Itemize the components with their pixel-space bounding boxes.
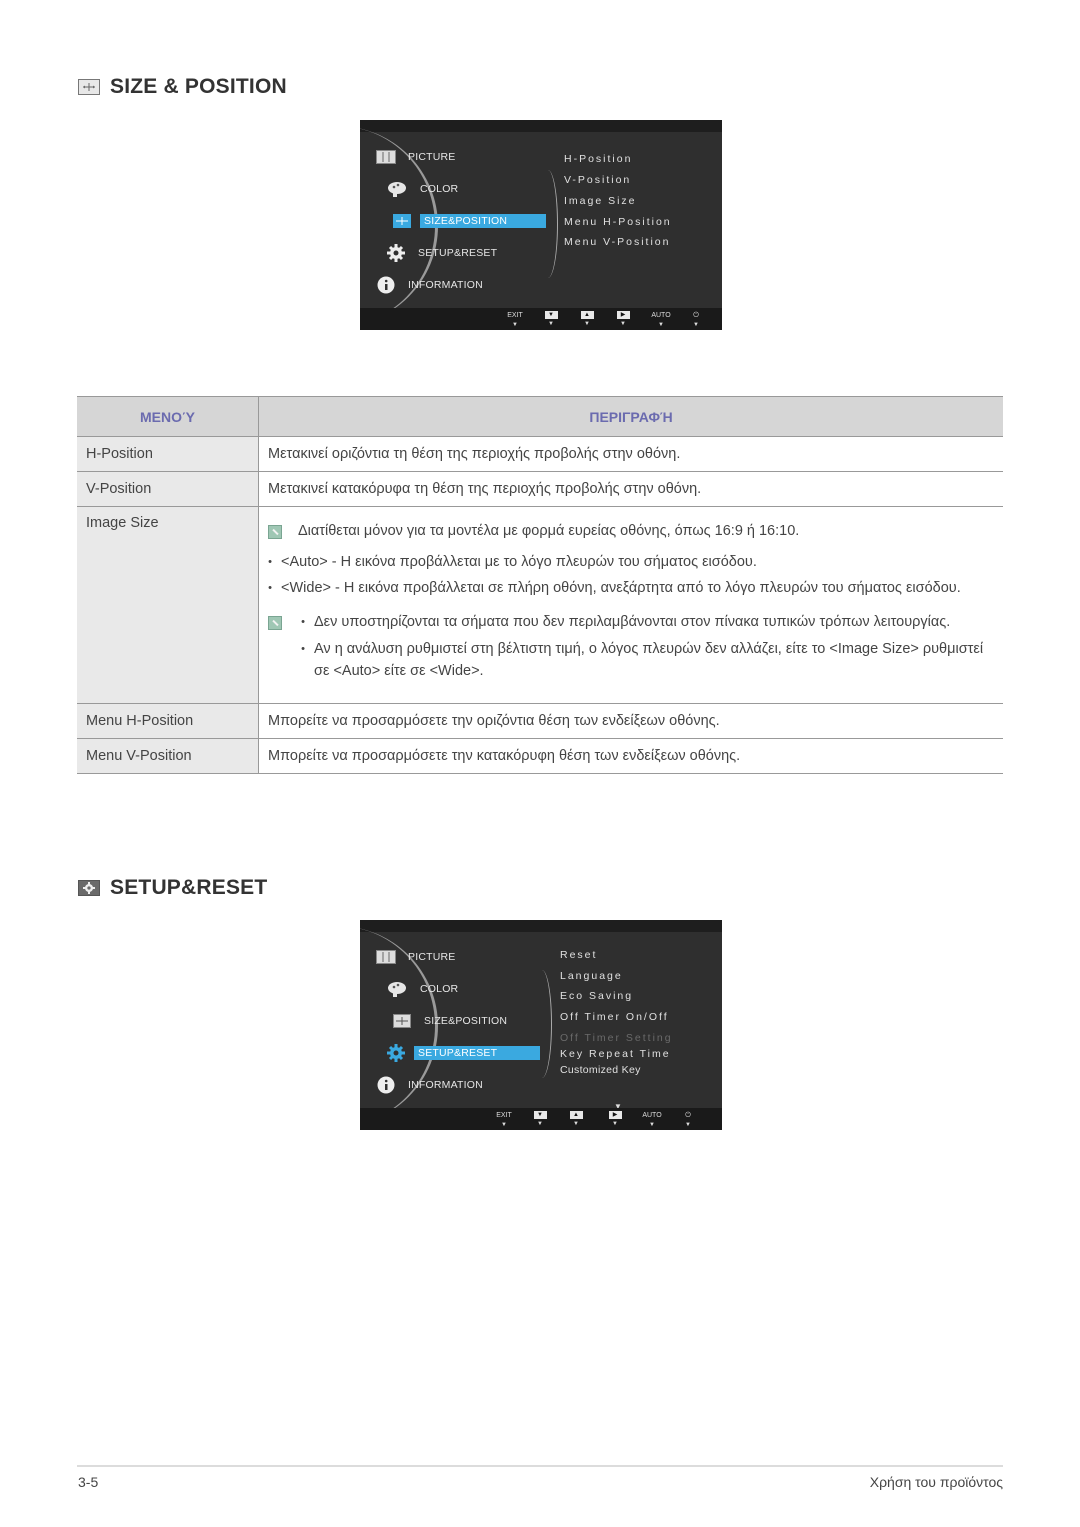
osd-auto-button: AUTO ▼: [651, 312, 671, 328]
section-heading-setup-reset: SETUP&RESET: [78, 876, 267, 900]
table-cell-description: Μετακινεί οριζόντια τη θέση της περιοχής…: [268, 446, 681, 462]
size-position-icon: [78, 79, 100, 95]
osd-menu-information: INFORMATION: [376, 1076, 487, 1094]
osd-power-button: ⏻ ▼: [685, 1112, 691, 1128]
osd-exit-button: EXIT ▼: [496, 1112, 512, 1128]
osd-top-bar: [360, 120, 722, 132]
note-icon: [268, 616, 282, 630]
table-cell-menu: Image Size: [77, 507, 259, 703]
gear-icon: [78, 880, 100, 896]
osd-menu-color: COLOR: [388, 180, 462, 198]
picture-icon: [376, 148, 396, 166]
osd-down-button: ▼ ▼: [526, 1108, 554, 1130]
osd-submenu-item: H-Position: [564, 153, 633, 165]
osd-top-bar: [360, 920, 722, 932]
osd-submenu-item: Reset: [560, 949, 598, 961]
table-cell-menu: V-Position: [77, 472, 259, 506]
table-cell-description: Μετακινεί κατακόρυφα τη θέση της περιοχή…: [268, 481, 702, 497]
palette-icon: [388, 180, 408, 198]
osd-submenu-item: Off Timer On/Off: [560, 1011, 669, 1023]
osd-submenu-item: Language: [560, 970, 623, 982]
osd-menu-picture: PICTURE: [376, 148, 460, 166]
note-text: Διατίθεται μόνον για τα μοντέλα με φορμά…: [298, 523, 800, 539]
table-header-menu: ΜΕΝΟΎ: [77, 397, 259, 436]
table-row: V-Position Μετακινεί κατακόρυφα τη θέση …: [77, 472, 1003, 507]
osd-submenu-item: Customized Key: [560, 1064, 641, 1076]
table-header-description: ΠΕΡΙΓΡΑΦΉ: [259, 397, 1003, 436]
osd-menu-color: COLOR: [388, 980, 462, 998]
table-header-row: ΜΕΝΟΎ ΠΕΡΙΓΡΑΦΉ: [77, 397, 1003, 437]
osd-menu-size-position: SIZE&POSITION: [392, 212, 546, 230]
section-title: SETUP&RESET: [110, 876, 268, 899]
osd-menu-size-position: SIZE&POSITION: [392, 1012, 511, 1030]
table-cell-description: Μπορείτε να προσαρμόσετε την κατακόρυφη …: [268, 748, 741, 764]
osd-submenu-item: Image Size: [564, 195, 637, 207]
osd-enter-button: ▶ ▼: [609, 308, 637, 330]
table-row: Menu V-Position Μπορείτε να προσαρμόσετε…: [77, 739, 1003, 774]
osd-down-button: ▼ ▼: [537, 308, 565, 330]
section-title: SIZE & POSITION: [110, 75, 287, 98]
osd-menu-setup-reset: SETUP&RESET: [386, 1044, 540, 1062]
osd-submenu-item: Menu V-Position: [564, 236, 671, 248]
osd-auto-button: AUTO ▼: [642, 1112, 662, 1128]
osd-submenu-item: Eco Saving: [560, 990, 634, 1002]
note: Διατίθεται μόνον για τα μοντέλα με φορμά…: [259, 523, 994, 539]
table-cell-menu: H-Position: [77, 437, 259, 471]
osd-menu-setup-reset: SETUP&RESET: [386, 244, 501, 262]
table-cell-menu: Menu V-Position: [77, 739, 259, 773]
list-item: • <Wide> - Η εικόνα προβάλλεται σε πλήρη …: [268, 580, 961, 596]
osd-submenu-item-disabled: Off Timer Setting: [560, 1032, 673, 1044]
osd-screenshot-size-position: PICTURE COLOR SIZE&POSITION SETUP&RESET …: [360, 120, 722, 330]
table-cell-menu: Menu H-Position: [77, 704, 259, 738]
gear-icon: [386, 1044, 406, 1062]
power-icon: ⏻: [693, 312, 699, 319]
table-row: Image Size Διατίθεται μόνον για τα μοντέ…: [77, 507, 1003, 704]
size-position-icon: [392, 1012, 412, 1030]
osd-enter-button: ▶ ▼: [601, 1108, 629, 1130]
list-item: • Δεν υποστηρίζονται τα σήματα που δεν πε…: [301, 614, 951, 630]
osd-submenu-item: V-Position: [564, 174, 632, 186]
info-icon: [376, 276, 396, 294]
menu-description-table: ΜΕΝΟΎ ΠΕΡΙΓΡΑΦΉ H-Position Μετακινεί ορι…: [77, 396, 1003, 774]
section-heading-size-position: SIZE & POSITION: [78, 75, 287, 99]
osd-screenshot-setup-reset: PICTURE COLOR SIZE&POSITION SETUP&RESET …: [360, 920, 722, 1130]
gear-icon: [386, 244, 406, 262]
table-row: H-Position Μετακινεί οριζόντια τη θέση τ…: [77, 437, 1003, 472]
size-position-icon: [392, 212, 412, 230]
table-row: Menu H-Position Μπορείτε να προσαρμόσετε…: [77, 704, 1003, 739]
osd-submenu-item: Key Repeat Time: [560, 1048, 671, 1060]
footer-divider: [77, 1465, 1003, 1467]
palette-icon: [388, 980, 408, 998]
osd-up-button: ▲ ▼: [562, 1108, 590, 1130]
osd-menu-picture: PICTURE: [376, 948, 460, 966]
osd-menu-information: INFORMATION: [376, 276, 487, 294]
osd-up-button: ▲ ▼: [573, 308, 601, 330]
list-item: • <Auto> - Η εικόνα προβάλλεται με το λόγ…: [268, 554, 757, 570]
bullet-list: • <Auto> - Η εικόνα προβάλλεται με το λόγ…: [259, 551, 994, 599]
list-item: • Αν η ανάλυση ρυθμιστεί στη βέλτιστη τιμ…: [301, 641, 984, 679]
info-icon: [376, 1076, 396, 1094]
osd-exit-button: EXIT ▼: [507, 312, 523, 328]
table-cell-description: Μπορείτε να προσαρμόσετε την οριζόντια θ…: [268, 713, 720, 729]
osd-submenu-item: Menu H-Position: [564, 216, 672, 228]
power-icon: ⏻: [685, 1112, 691, 1119]
chapter-title: Χρήση του προϊόντος: [869, 1474, 1003, 1490]
osd-power-button: ⏻ ▼: [693, 312, 699, 328]
table-cell-description: Διατίθεται μόνον για τα μοντέλα με φορμά…: [259, 507, 1003, 703]
page-number: 3-5: [78, 1474, 99, 1490]
note-list: • Δεν υποστηρίζονται τα σήματα που δεν πε…: [259, 611, 994, 687]
picture-icon: [376, 948, 396, 966]
note-icon: [268, 525, 282, 539]
